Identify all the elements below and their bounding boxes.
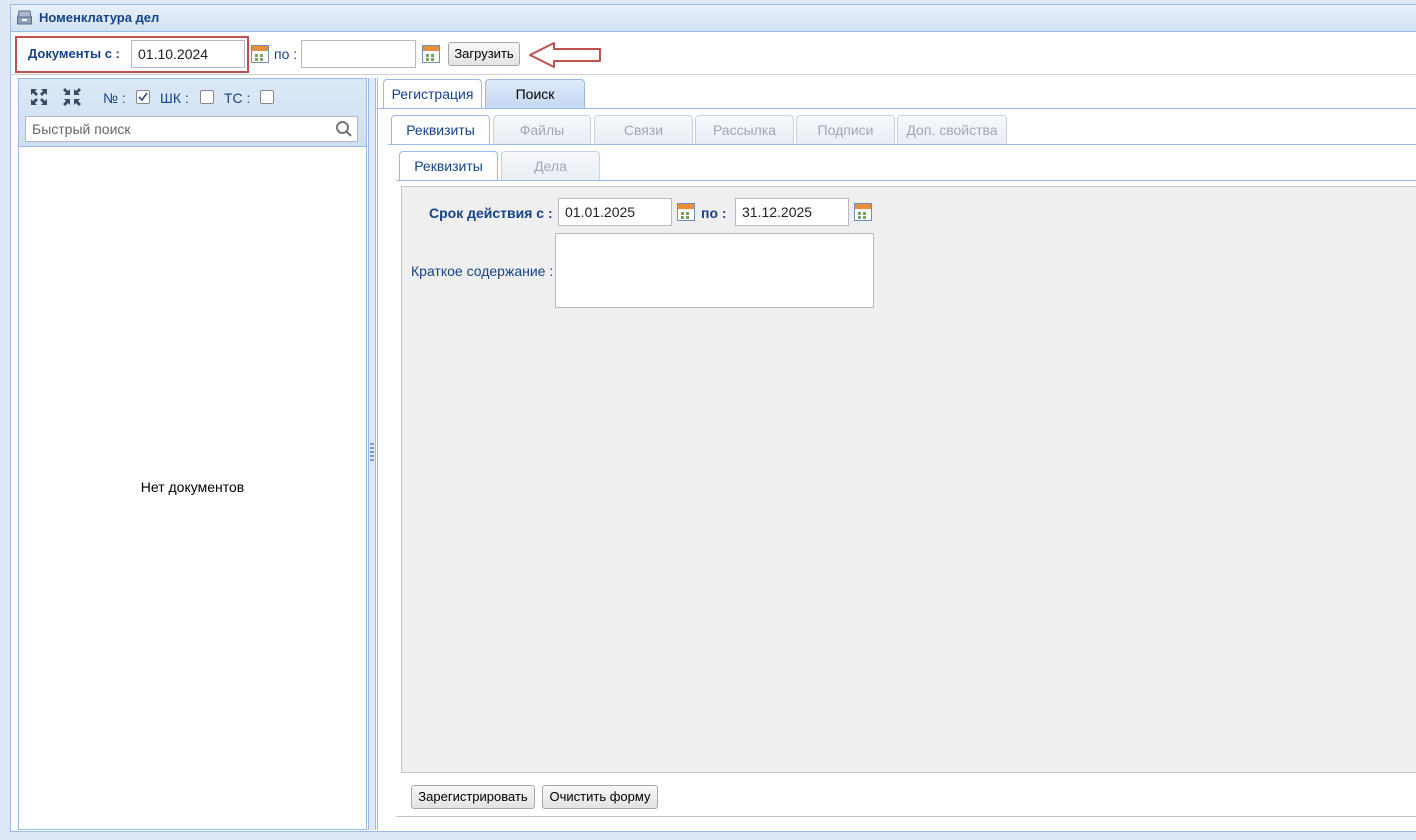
date-from-input[interactable]: 01.10.2024 (131, 40, 245, 68)
number-checkbox[interactable] (136, 90, 150, 104)
main-window: Номенклатура дел Документы с : 01.10.202… (10, 4, 1416, 832)
inner-strip-line (396, 180, 1416, 181)
window-title: Номенклатура дел (39, 10, 160, 25)
tab-signatures[interactable]: Подписи (796, 115, 895, 144)
tab-extra-properties[interactable]: Доп. свойства (897, 115, 1007, 144)
tab-strip-line (378, 108, 1416, 109)
clear-form-button[interactable]: Очистить форму (542, 785, 658, 809)
summary-label: Краткое содержание : (411, 263, 554, 279)
panel-splitter[interactable] (368, 78, 376, 830)
expand-all-icon[interactable] (29, 87, 49, 107)
calendar-icon[interactable] (854, 203, 872, 221)
calendar-icon[interactable] (677, 203, 695, 221)
checkmark-icon (138, 92, 148, 102)
title-bar: Номенклатура дел (11, 5, 1416, 32)
empty-list-message: Нет документов (140, 479, 245, 495)
validity-from-input[interactable]: 01.01.2025 (558, 198, 672, 226)
ts-checkbox[interactable] (260, 90, 274, 104)
tab-registration[interactable]: Регистрация (383, 79, 482, 108)
splitter-grip (370, 443, 374, 463)
bottom-divider (396, 816, 1416, 817)
archive-icon (17, 10, 32, 25)
date-to-input[interactable] (301, 40, 416, 68)
tree-toolbar: № : ШК : ТС : Быстрый поиск (19, 79, 366, 147)
tab-cases[interactable]: Дела (501, 151, 600, 180)
ts-label: ТС : (224, 90, 251, 106)
tab-files[interactable]: Файлы (493, 115, 591, 144)
tab-mailing[interactable]: Рассылка (695, 115, 794, 144)
to-label: по : (274, 46, 298, 62)
summary-textarea[interactable] (555, 233, 874, 308)
filter-toolbar: Документы с : 01.10.2024 по : Загрузить (11, 33, 1416, 75)
number-label: № : (103, 90, 126, 106)
tab-inner-requisites[interactable]: Реквизиты (399, 151, 498, 180)
calendar-icon[interactable] (251, 45, 269, 63)
subtab-strip-line (388, 144, 1416, 145)
validity-from-label: Срок действия с : (429, 205, 553, 221)
document-tree-panel: № : ШК : ТС : Быстрый поиск Нет документ… (18, 78, 367, 830)
tab-requisites[interactable]: Реквизиты (391, 115, 490, 144)
requisites-form: Срок действия с : 01.01.2025 по : 31.12.… (401, 186, 1416, 773)
arrow-left-icon (529, 42, 601, 68)
load-button[interactable]: Загрузить (448, 42, 520, 66)
quick-search-input[interactable]: Быстрый поиск (25, 116, 358, 142)
calendar-icon[interactable] (422, 45, 440, 63)
shk-label: ШК : (160, 90, 189, 106)
docs-from-label: Документы с : (28, 46, 120, 61)
registration-panel: Регистрация Поиск Реквизиты Файлы Связи … (377, 78, 1416, 830)
collapse-all-icon[interactable] (62, 87, 82, 107)
search-icon[interactable] (335, 120, 353, 138)
tab-links[interactable]: Связи (594, 115, 693, 144)
validity-to-input[interactable]: 31.12.2025 (735, 198, 849, 226)
validity-to-label: по : (701, 205, 727, 221)
tab-search[interactable]: Поиск (485, 79, 585, 108)
register-button[interactable]: Зарегистрировать (411, 785, 535, 809)
shk-checkbox[interactable] (200, 90, 214, 104)
